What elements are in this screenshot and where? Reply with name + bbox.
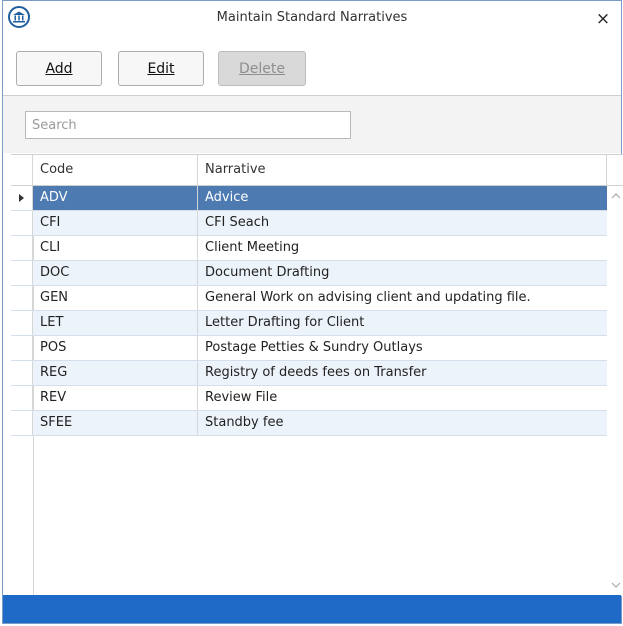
- cell-code[interactable]: SFEE: [33, 411, 198, 435]
- cell-narrative[interactable]: Client Meeting: [198, 236, 607, 260]
- search-panel: [3, 96, 621, 153]
- vertical-scrollbar[interactable]: [607, 186, 623, 596]
- cell-code[interactable]: DOC: [33, 261, 198, 285]
- add-button[interactable]: Add: [16, 51, 102, 86]
- status-bar: [3, 595, 621, 623]
- row-indicator-cell[interactable]: [11, 186, 33, 210]
- table-row[interactable]: SFEE Standby fee: [11, 411, 607, 436]
- row-indicator-cell[interactable]: [11, 386, 33, 410]
- row-indicator-cell[interactable]: [11, 211, 33, 235]
- add-button-label: Add: [45, 60, 73, 77]
- row-indicator-cell[interactable]: [11, 411, 33, 435]
- title-bar: Maintain Standard Narratives ×: [3, 1, 621, 41]
- cell-code[interactable]: CFI: [33, 211, 198, 235]
- window-title: Maintain Standard Narratives: [216, 10, 408, 25]
- cell-code[interactable]: REG: [33, 361, 198, 385]
- row-indicator-cell[interactable]: [11, 361, 33, 385]
- row-pointer-icon: [19, 194, 24, 202]
- table-row[interactable]: GEN General Work on advising client and u…: [11, 286, 607, 311]
- toolbar: Add Edit Delete: [3, 51, 621, 91]
- table-row[interactable]: REV Review File: [11, 386, 607, 411]
- table-row[interactable]: POS Postage Petties & Sundry Outlays: [11, 336, 607, 361]
- row-indicator-cell[interactable]: [11, 311, 33, 335]
- cell-narrative[interactable]: Postage Petties & Sundry Outlays: [198, 336, 607, 360]
- cell-code[interactable]: LET: [33, 311, 198, 335]
- cell-narrative[interactable]: Advice: [198, 186, 607, 210]
- grid-rows: ADV Advice CFI CFI Seach CLI Client Meeting DO…: [11, 186, 607, 436]
- cell-narrative[interactable]: CFI Seach: [198, 211, 607, 235]
- cell-narrative[interactable]: General Work on advising client and upda…: [198, 286, 607, 310]
- cell-code[interactable]: ADV: [33, 186, 198, 210]
- close-icon[interactable]: ×: [595, 11, 611, 28]
- table-row[interactable]: ADV Advice: [11, 186, 607, 211]
- delete-button-label: Delete: [239, 60, 285, 77]
- cell-code[interactable]: GEN: [33, 286, 198, 310]
- row-indicator-cell[interactable]: [11, 336, 33, 360]
- table-row[interactable]: CFI CFI Seach: [11, 211, 607, 236]
- cell-narrative[interactable]: Document Drafting: [198, 261, 607, 285]
- chevron-down-icon[interactable]: [611, 580, 621, 590]
- edit-button-label: Edit: [147, 60, 175, 77]
- cell-code[interactable]: POS: [33, 336, 198, 360]
- search-input[interactable]: [25, 111, 351, 139]
- table-row[interactable]: DOC Document Drafting: [11, 261, 607, 286]
- cell-narrative[interactable]: Registry of deeds fees on Transfer: [198, 361, 607, 385]
- table-row[interactable]: REG Registry of deeds fees on Transfer: [11, 361, 607, 386]
- cell-code[interactable]: REV: [33, 386, 198, 410]
- cell-narrative[interactable]: Standby fee: [198, 411, 607, 435]
- row-indicator-cell[interactable]: [11, 286, 33, 310]
- column-header-narrative[interactable]: Narrative: [198, 155, 607, 185]
- cell-narrative[interactable]: Review File: [198, 386, 607, 410]
- cell-narrative[interactable]: Letter Drafting for Client: [198, 311, 607, 335]
- column-header-code[interactable]: Code: [33, 155, 198, 185]
- row-indicator-header: [11, 155, 33, 185]
- edit-button[interactable]: Edit: [118, 51, 204, 86]
- grid-header: Code Narrative: [11, 155, 623, 186]
- narratives-grid: Code Narrative ADV Advice CFI CFI Seach CLI C…: [11, 154, 623, 596]
- delete-button[interactable]: Delete: [218, 51, 306, 86]
- row-indicator-cell[interactable]: [11, 261, 33, 285]
- table-row[interactable]: LET Letter Drafting for Client: [11, 311, 607, 336]
- cell-code[interactable]: CLI: [33, 236, 198, 260]
- chevron-up-icon[interactable]: [611, 191, 621, 201]
- table-row[interactable]: CLI Client Meeting: [11, 236, 607, 261]
- row-indicator-cell[interactable]: [11, 236, 33, 260]
- dialog-window: Maintain Standard Narratives × Add Edit …: [2, 0, 623, 624]
